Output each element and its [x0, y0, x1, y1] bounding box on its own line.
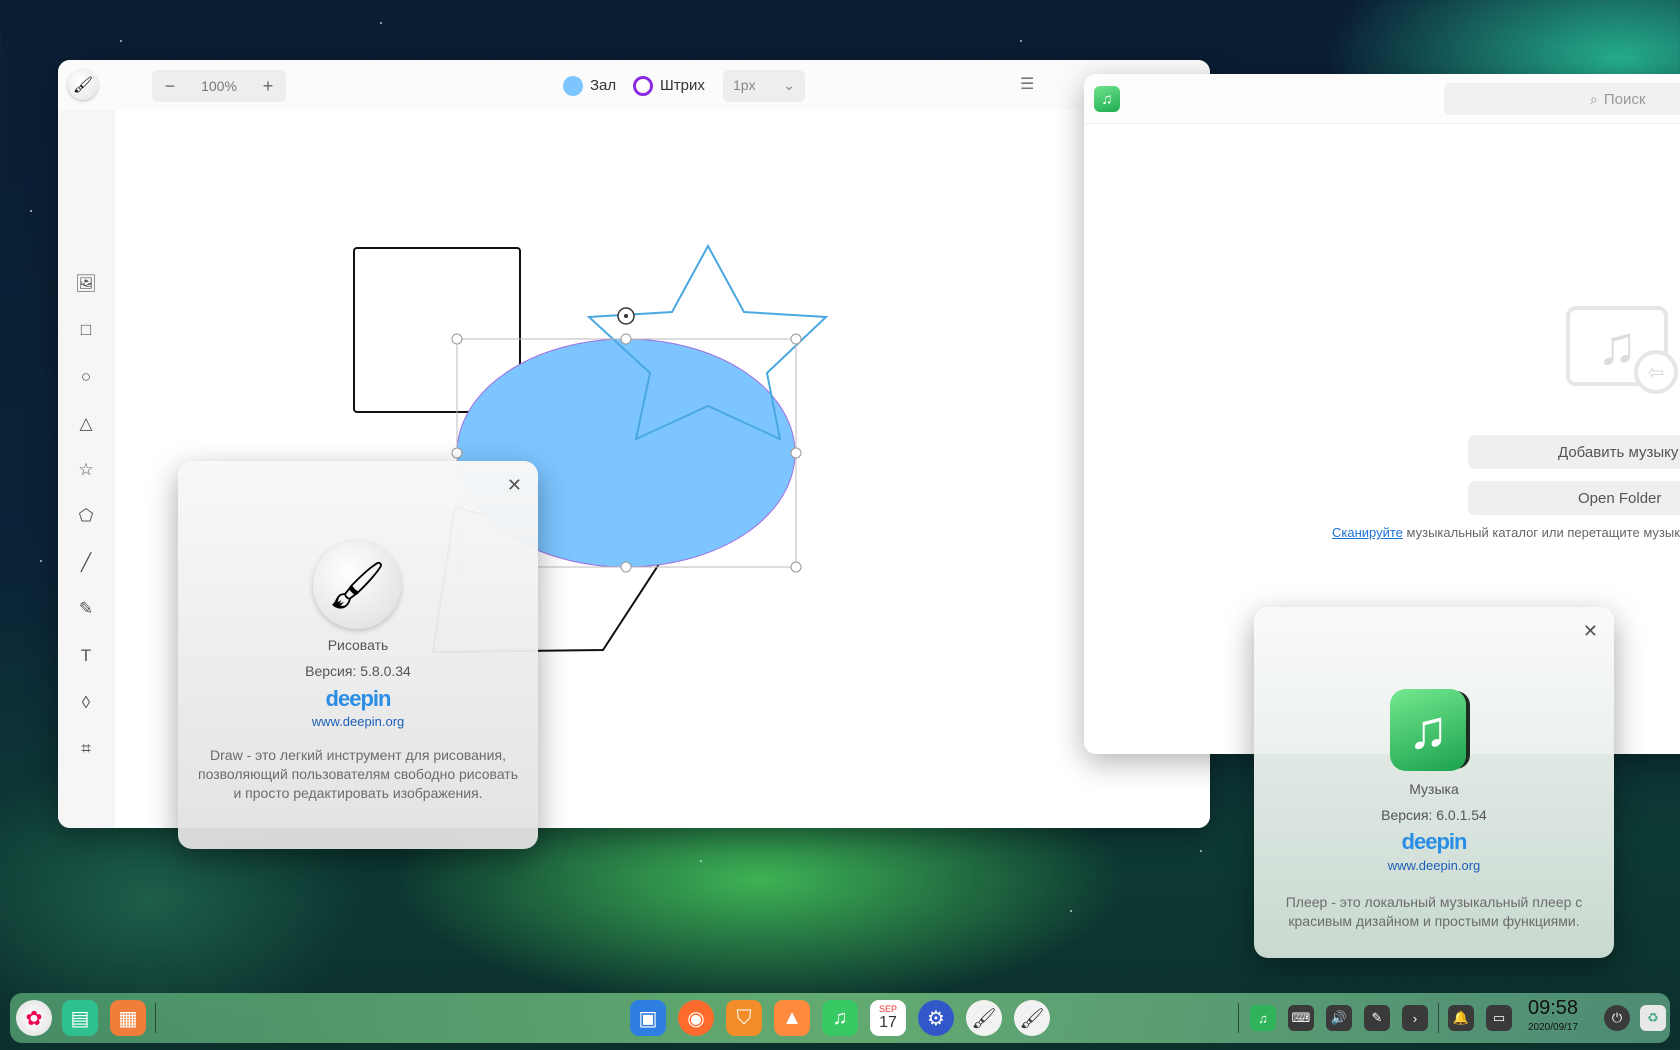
dock: ✿ ▤ ▦ ▣ ◉ ⛉ ▲ ♫ SEP 17 ⚙ 🖌 🖌 ♫ ⌨ 🔊 ✎ › 🔔…	[10, 993, 1670, 1043]
trash-icon[interactable]: ♻	[1640, 1005, 1666, 1031]
firefox-icon[interactable]: ◉	[678, 1000, 714, 1036]
line-icon[interactable]: ╱	[72, 549, 100, 577]
search-placeholder: Поиск	[1603, 90, 1646, 108]
star-icon[interactable]: ☆	[72, 456, 100, 484]
music-icon[interactable]: ♫	[822, 1000, 858, 1036]
music-titlebar: ♫ ⌕ Поиск	[1084, 74, 1680, 124]
close-icon[interactable]: ✕	[507, 475, 522, 496]
about-version: Версия: 5.8.0.34	[305, 663, 411, 679]
music-tray-icon[interactable]: ♫	[1250, 1005, 1276, 1031]
about-description: Плеер - это локальный музыкальный плеер …	[1285, 894, 1583, 929]
scan-hint: Сканируйте музыкальный каталог или перет…	[1332, 525, 1680, 540]
about-draw-dialog: ✕ 🖌 Рисовать Версия: 5.8.0.34 deepin www…	[178, 461, 538, 849]
fill-label[interactable]: Заливка	[590, 77, 616, 94]
dock-separator	[155, 1003, 156, 1033]
crop-icon[interactable]: ⌗	[72, 735, 100, 763]
zoom-out-button[interactable]: −	[152, 76, 188, 97]
close-icon[interactable]: ✕	[1583, 621, 1598, 642]
resize-handle[interactable]	[451, 447, 463, 459]
resize-handle[interactable]	[451, 333, 463, 345]
notification-icon[interactable]: 🔔	[1448, 1005, 1474, 1031]
scan-hint-text: музыкальный каталог или перетащите музык…	[1406, 525, 1680, 540]
calendar-day: 17	[879, 1014, 897, 1031]
import-arrow-icon: ⇦	[1634, 350, 1678, 394]
music-app-icon[interactable]: ♫	[1094, 86, 1120, 112]
onscreen-keyboard-icon[interactable]: ▭	[1486, 1005, 1512, 1031]
menu-icon[interactable]: ☰	[1020, 74, 1034, 94]
star	[1200, 850, 1202, 852]
pen-icon[interactable]: ✎	[1364, 1005, 1390, 1031]
launcher-icon[interactable]: ✿	[16, 1000, 52, 1036]
about-description: Draw - это легкий инструмент для рисован…	[198, 747, 519, 801]
draw-icon[interactable]: 🖌	[1014, 1000, 1050, 1036]
pencil-icon[interactable]: ✎	[72, 595, 100, 623]
stroke-width-select[interactable]: 1px ⌄	[723, 70, 805, 102]
draw-app-logo: 🖌	[313, 541, 401, 629]
resize-handle[interactable]	[790, 561, 802, 573]
clock-time[interactable]: 09:58	[1528, 997, 1578, 1020]
zoom-control: − 100% +	[152, 70, 286, 102]
settings-icon[interactable]: ⚙	[918, 1000, 954, 1036]
deepin-logo: deepin	[1401, 829, 1468, 854]
deepin-link[interactable]: www.deepin.org	[1254, 858, 1614, 873]
draw-icon[interactable]: 🖌	[966, 1000, 1002, 1036]
zoom-value[interactable]: 100%	[188, 78, 250, 94]
add-music-button[interactable]: Добавить музыку	[1468, 435, 1680, 469]
star	[380, 22, 382, 24]
rotate-handle-dot	[624, 314, 628, 318]
text-icon[interactable]: T	[72, 642, 100, 670]
resize-handle[interactable]	[620, 561, 632, 573]
calendar-icon[interactable]: SEP 17	[870, 1000, 906, 1036]
volume-icon[interactable]: 🔊	[1326, 1005, 1352, 1031]
resize-handle[interactable]	[620, 333, 632, 345]
app-store-icon[interactable]: ▣	[630, 1000, 666, 1036]
resize-handle[interactable]	[790, 447, 802, 459]
file-manager-icon[interactable]: ▤	[62, 1000, 98, 1036]
polygon-icon[interactable]: ⬠	[72, 502, 100, 530]
about-version: Версия: 6.0.1.54	[1381, 807, 1487, 823]
multitask-view-icon[interactable]: ▦	[110, 1000, 146, 1036]
about-app-name: Музыка	[1409, 781, 1459, 797]
rectangle-icon[interactable]: □	[72, 316, 100, 344]
chevron-right-icon[interactable]: ›	[1402, 1005, 1428, 1031]
tool-sidebar: 🖼 □ ○ △ ☆ ⬠ ╱ ✎ T ◊ ⌗	[58, 110, 115, 828]
about-music-dialog: ✕ ♫ Музыка Версия: 6.0.1.54 deepin www.d…	[1254, 607, 1614, 958]
fill-color-swatch[interactable]	[563, 76, 583, 96]
search-input[interactable]: ⌕ Поиск	[1444, 83, 1680, 115]
star	[700, 860, 702, 862]
image-icon[interactable]: 🖼	[72, 270, 100, 298]
chevron-down-icon: ⌄	[783, 77, 795, 93]
draw-app-icon[interactable]: 🖌	[68, 70, 98, 100]
music-app-logo: ♫	[1390, 689, 1466, 771]
power-icon[interactable]: ⏻	[1604, 1005, 1630, 1031]
search-icon: ⌕	[1590, 90, 1598, 107]
clock-date[interactable]: 2020/09/17	[1528, 1022, 1578, 1033]
resize-handle[interactable]	[790, 333, 802, 345]
deepin-logo: deepin	[325, 686, 392, 711]
keyboard-icon[interactable]: ⌨	[1288, 1005, 1314, 1031]
shop-icon[interactable]: ⛉	[726, 1000, 762, 1036]
stroke-label[interactable]: Штрих	[660, 77, 705, 94]
blur-icon[interactable]: ◊	[72, 689, 100, 717]
ellipse-icon[interactable]: ○	[72, 363, 100, 391]
stroke-width-value: 1px	[733, 77, 756, 93]
calendar-month: SEP	[878, 1004, 897, 1014]
triangle-icon[interactable]: △	[72, 410, 100, 438]
draw-titlebar: 🖌 − 100% + Заливка Штрих 1px ⌄ ☰	[58, 60, 1210, 110]
about-app-name: Рисовать	[327, 637, 389, 653]
image-viewer-icon[interactable]: ▲	[774, 1000, 810, 1036]
scan-link[interactable]: Сканируйте	[1332, 525, 1403, 540]
dock-separator	[1438, 1003, 1439, 1033]
star	[1070, 910, 1072, 912]
star	[40, 560, 42, 562]
stroke-color-swatch[interactable]	[633, 76, 653, 96]
star	[30, 210, 32, 212]
star	[120, 40, 122, 42]
star	[1020, 40, 1022, 42]
deepin-link[interactable]: www.deepin.org	[178, 714, 538, 729]
dock-separator	[1238, 1003, 1239, 1033]
zoom-in-button[interactable]: +	[250, 76, 286, 97]
open-folder-button[interactable]: Open Folder	[1468, 481, 1680, 515]
